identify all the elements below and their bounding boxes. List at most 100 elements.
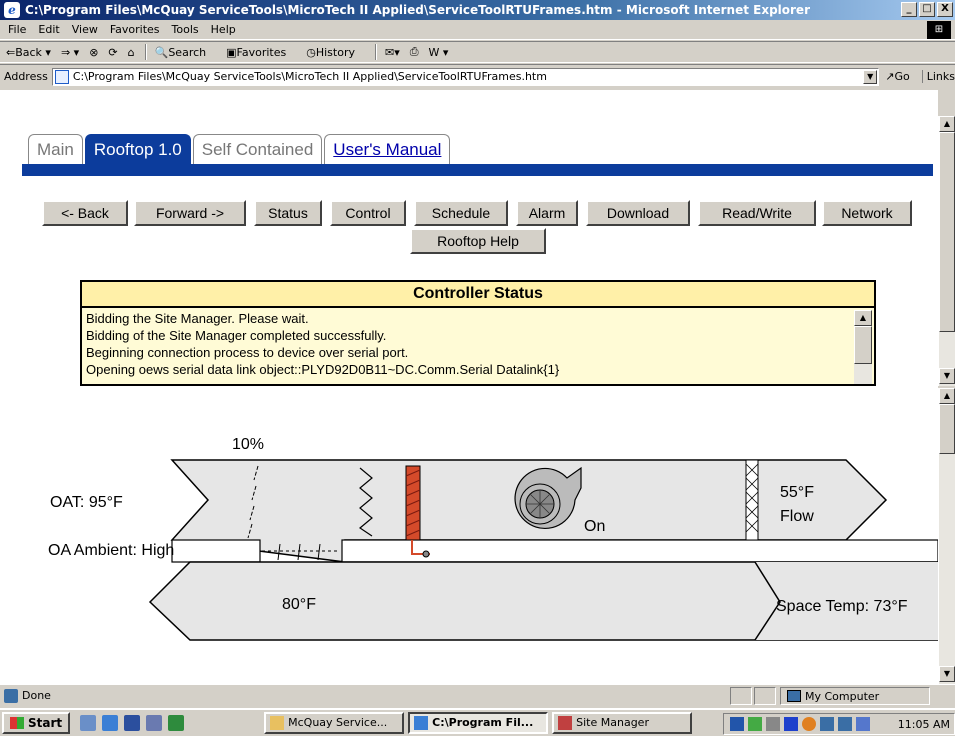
scroll-up-icon[interactable]: ▲ — [939, 116, 955, 132]
menu-help[interactable]: Help — [211, 23, 236, 36]
history-label: History — [315, 45, 355, 59]
show-desktop-icon[interactable] — [80, 715, 97, 731]
word-icon[interactable] — [124, 715, 141, 731]
tray-icon[interactable] — [802, 717, 816, 731]
system-tray: 11:05 AM — [723, 713, 955, 735]
home-icon[interactable]: ⌂ — [128, 46, 135, 59]
download-button[interactable]: Download — [586, 200, 690, 226]
taskbar-item-label: McQuay Service... — [288, 716, 388, 729]
final-filter — [745, 459, 759, 541]
return-air-temp: 80°F — [282, 596, 316, 613]
clock[interactable]: 11:05 AM — [898, 718, 950, 731]
menu-bar: File Edit View Favorites Tools Help ⊞ — [0, 20, 955, 40]
mixing-section — [341, 539, 938, 563]
taskbar-item-site-manager[interactable]: Site Manager — [552, 712, 693, 734]
status-log: Bidding the Site Manager. Please wait. B… — [84, 310, 854, 384]
mail-icon[interactable]: ✉▾ — [385, 46, 400, 59]
forward-button[interactable]: ⇒ ▾ — [61, 46, 79, 59]
scroll-thumb[interactable] — [854, 326, 872, 364]
favorites-label: Favorites — [236, 45, 287, 59]
bottom-frame-scrollbar[interactable]: ▲ ▼ — [938, 388, 955, 684]
scroll-down-icon[interactable]: ▼ — [939, 368, 955, 384]
outside-air-inlet — [171, 539, 261, 563]
menu-edit[interactable]: Edit — [38, 23, 59, 36]
log-line: Opening oews serial data link object::PL… — [86, 362, 560, 377]
back-button[interactable]: ⇐Back ▾ — [6, 46, 51, 59]
ie-launch-icon[interactable] — [102, 715, 119, 731]
tray-icon[interactable] — [784, 717, 798, 731]
back-nav-button[interactable]: <- Back — [42, 200, 128, 226]
zone-label: My Computer — [805, 689, 880, 703]
maximize-button[interactable]: □ — [919, 2, 935, 17]
excel-icon[interactable] — [168, 715, 185, 731]
tab-self-contained[interactable]: Self Contained — [192, 134, 323, 164]
taskbar-item-mcquay[interactable]: McQuay Service... — [264, 712, 405, 734]
close-button[interactable]: X — [937, 2, 953, 17]
scroll-down-icon[interactable]: ▼ — [939, 666, 955, 682]
tab-underline — [22, 164, 933, 176]
tab-users-manual[interactable]: User's Manual — [324, 134, 451, 164]
tab-rooftop[interactable]: Rooftop 1.0 — [84, 134, 191, 164]
space-temp: Space Temp: 73°F — [776, 598, 908, 615]
address-dropdown-icon[interactable]: ▼ — [863, 69, 878, 84]
taskbar-item-label: Site Manager — [576, 716, 649, 729]
log-line: Bidding the Site Manager. Please wait. — [86, 311, 309, 326]
favorites-button[interactable]: ▣Favorites — [226, 46, 296, 59]
taskbar-item-label: C:\Program Fil... — [432, 716, 534, 729]
tray-icon[interactable] — [730, 717, 744, 731]
rooftop-help-button[interactable]: Rooftop Help — [410, 228, 546, 254]
edit-icon[interactable]: W ▾ — [429, 46, 449, 59]
scroll-up-icon[interactable]: ▲ — [854, 310, 872, 326]
network-icon[interactable] — [820, 717, 834, 731]
taskbar-item-ie[interactable]: C:\Program Fil... — [408, 712, 549, 734]
status-pane — [754, 687, 776, 705]
print-icon[interactable]: ⎙ — [410, 45, 419, 59]
network-icon[interactable] — [838, 717, 852, 731]
status-log-scrollbar[interactable]: ▲ — [854, 310, 872, 384]
schedule-button[interactable]: Schedule — [414, 200, 508, 226]
window-title: C:\Program Files\McQuay ServiceTools\Mic… — [25, 3, 810, 17]
scroll-thumb[interactable] — [939, 404, 955, 454]
network-button[interactable]: Network — [822, 200, 912, 226]
volume-icon[interactable] — [766, 717, 780, 731]
damper-position: 10% — [232, 436, 265, 453]
menu-view[interactable]: View — [72, 23, 98, 36]
site-manager-icon — [558, 716, 573, 730]
scroll-up-icon[interactable]: ▲ — [939, 388, 955, 404]
search-button[interactable]: 🔍Search — [155, 46, 217, 59]
computer-icon — [787, 690, 801, 702]
tray-icon[interactable] — [748, 717, 762, 731]
forward-nav-button[interactable]: Forward -> — [134, 200, 246, 226]
tray-icon[interactable] — [856, 717, 870, 731]
stop-icon[interactable]: ⊗ — [89, 46, 98, 59]
refresh-icon[interactable]: ⟳ — [108, 46, 117, 59]
outlook-icon[interactable] — [146, 715, 163, 731]
status-bar: Done My Computer — [0, 684, 955, 706]
page-done-icon — [4, 688, 18, 703]
oa-ambient: OA Ambient: High — [48, 542, 175, 559]
address-label: Address — [4, 70, 48, 83]
go-button[interactable]: ↗Go — [885, 70, 909, 83]
windows-logo-icon: ⊞ — [927, 21, 951, 39]
log-line: Beginning connection process to device o… — [86, 345, 409, 360]
alarm-button[interactable]: Alarm — [516, 200, 578, 226]
history-button[interactable]: ◷History — [306, 46, 365, 59]
address-bar: Address C:\Program Files\McQuay ServiceT… — [0, 64, 955, 88]
minimize-button[interactable]: _ — [901, 2, 917, 17]
scroll-thumb[interactable] — [939, 132, 955, 332]
menu-favorites[interactable]: Favorites — [110, 23, 160, 36]
start-button[interactable]: Start — [2, 712, 71, 734]
top-frame-scrollbar[interactable]: ▲ ▼ — [938, 116, 955, 386]
read-write-button[interactable]: Read/Write — [698, 200, 816, 226]
folder-icon — [270, 716, 285, 730]
address-input[interactable]: C:\Program Files\McQuay ServiceTools\Mic… — [51, 67, 880, 86]
menu-file[interactable]: File — [8, 23, 26, 36]
menu-tools[interactable]: Tools — [172, 23, 199, 36]
windows-flag-icon — [10, 717, 24, 729]
start-label: Start — [28, 716, 63, 730]
tab-main[interactable]: Main — [28, 134, 83, 164]
links-button[interactable]: Links — [921, 70, 955, 83]
toolbar-separator — [144, 44, 147, 60]
control-button[interactable]: Control — [330, 200, 406, 226]
status-button[interactable]: Status — [254, 200, 322, 226]
